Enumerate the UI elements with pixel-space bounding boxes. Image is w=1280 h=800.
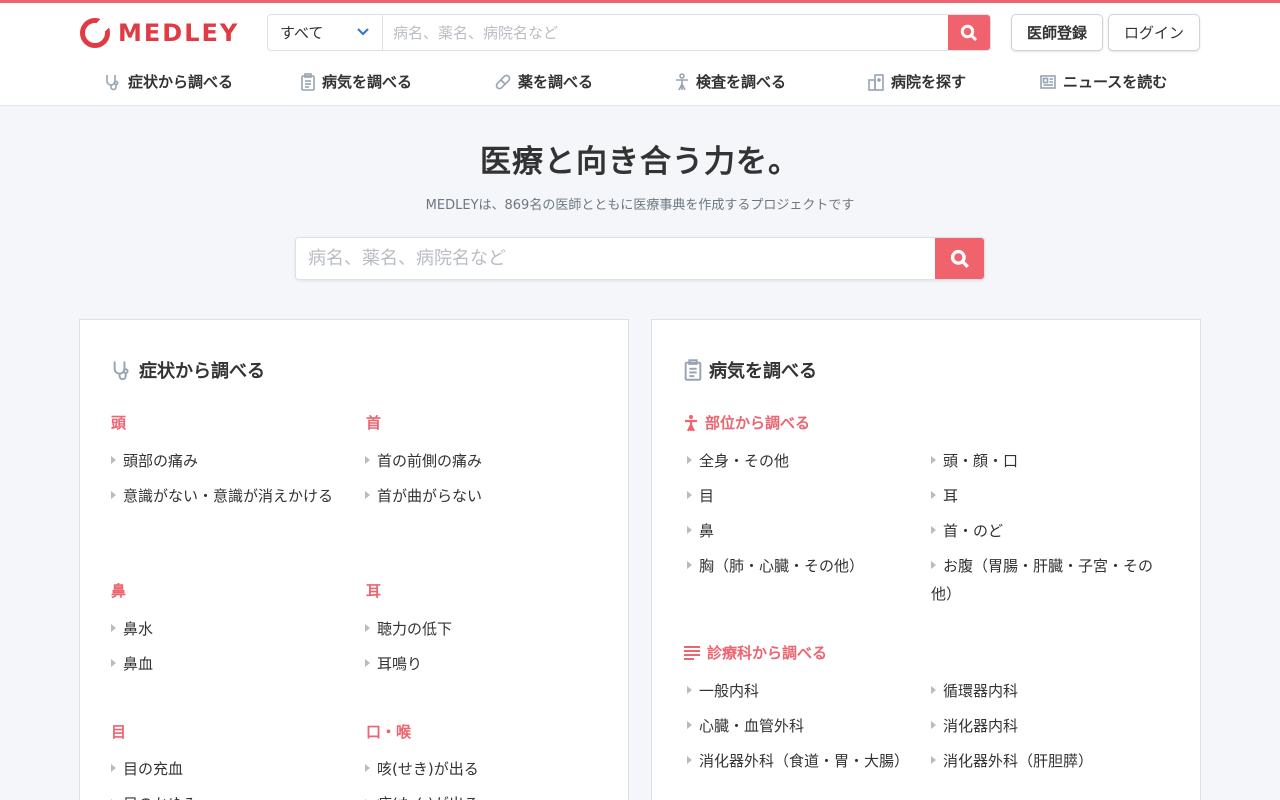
department-link[interactable]: 一般内科 <box>687 677 923 705</box>
medley-logo[interactable]: MEDLEY <box>80 18 239 48</box>
pill-icon <box>495 74 511 89</box>
site-header: MEDLEY すべて 医師登録 ログイン 症状から調べる 病気を調べる 薬を調べ… <box>0 3 1280 106</box>
nav-diseases[interactable]: 病気を調べる <box>300 71 412 92</box>
symptom-link[interactable]: 目の充血 <box>111 755 347 783</box>
doctor-register-button[interactable]: 医師登録 <box>1011 14 1103 51</box>
body-part-link[interactable]: 首・のど <box>931 517 1167 545</box>
person-icon <box>676 72 688 90</box>
by-part-title: 部位から調べる <box>705 414 811 432</box>
newspaper-icon <box>1040 74 1056 89</box>
hero-search <box>295 237 985 280</box>
symptoms-card-title: 症状から調べる <box>111 357 265 383</box>
diseases-card: 病気を調べる 部位から調べる 全身・その他 頭・顔・口 目 耳 鼻 首・のど 胸… <box>651 319 1201 800</box>
symptom-link[interactable]: 耳鳴り <box>365 650 601 678</box>
symptom-link[interactable]: 鼻水 <box>111 615 347 643</box>
nav-label: 症状から調べる <box>128 73 234 91</box>
symptoms-card: 症状から調べる 頭 頭部の痛み 意識がない・意識が消えかける 首 首の前側の痛み… <box>79 319 629 800</box>
symptom-group-neck[interactable]: 首 <box>366 412 381 433</box>
list-icon <box>684 645 700 660</box>
nav-label: 病気を調べる <box>322 73 413 91</box>
stethoscope-icon <box>113 361 129 381</box>
symptom-link[interactable]: 咳(せき)が出る <box>365 755 601 783</box>
by-dept-heading[interactable]: 診療科から調べる <box>683 642 827 663</box>
symptom-link[interactable]: 痰(たん)が出る <box>365 790 601 800</box>
body-part-link[interactable]: 全身・その他 <box>687 447 923 475</box>
nav-hospitals[interactable]: 病院を探す <box>867 71 966 92</box>
nav-tests[interactable]: 検査を調べる <box>674 71 786 92</box>
login-button[interactable]: ログイン <box>1108 14 1200 51</box>
by-part-heading[interactable]: 部位から調べる <box>683 412 810 433</box>
card-title-text: 症状から調べる <box>139 361 265 382</box>
symptom-group-ear[interactable]: 耳 <box>366 580 381 601</box>
department-link[interactable]: 心臓・血管外科 <box>687 712 923 740</box>
search-category-select[interactable]: すべて <box>268 15 383 50</box>
card-title-text: 病気を調べる <box>709 361 817 382</box>
symptom-group-eye[interactable]: 目 <box>111 721 126 742</box>
symptom-link[interactable]: 首の前側の痛み <box>365 447 601 475</box>
hero-search-input[interactable] <box>296 238 935 279</box>
department-link[interactable]: 循環器内科 <box>931 677 1167 705</box>
hero-subtitle: MEDLEYは、869名の医師とともに医療事典を作成するプロジェクトです <box>425 198 855 213</box>
header-search-button[interactable] <box>948 15 990 50</box>
symptom-group-nose[interactable]: 鼻 <box>111 580 126 601</box>
body-part-link[interactable]: 頭・顔・口 <box>931 447 1167 475</box>
search-icon <box>950 249 969 268</box>
diseases-card-title: 病気を調べる <box>683 357 817 383</box>
logo-mark-icon <box>80 18 110 48</box>
department-link[interactable]: 消化器外科（肝胆膵） <box>931 747 1167 775</box>
body-part-link[interactable]: 耳 <box>931 482 1167 510</box>
search-category-value: すべて <box>280 24 324 42</box>
nav-news[interactable]: ニュースを読む <box>1039 71 1167 92</box>
clipboard-icon <box>684 359 702 381</box>
logo-text: MEDLEY <box>118 19 240 47</box>
hero-title: 医療と向き合う力を。 <box>480 144 800 180</box>
main-nav: 症状から調べる 病気を調べる 薬を調べる 検査を調べる 病院を探す ニュースを読… <box>0 71 1280 97</box>
symptom-link[interactable]: 頭部の痛み <box>111 447 347 475</box>
nav-label: 検査を調べる <box>696 73 787 91</box>
nav-label: 病院を探す <box>891 73 967 91</box>
header-search-input[interactable] <box>383 15 948 50</box>
symptom-link[interactable]: 聴力の低下 <box>365 615 601 643</box>
chevron-down-icon <box>356 25 370 41</box>
symptom-link[interactable]: 鼻血 <box>111 650 347 678</box>
body-part-link[interactable]: 鼻 <box>687 517 923 545</box>
person-icon <box>685 414 697 431</box>
nav-drugs[interactable]: 薬を調べる <box>494 71 593 92</box>
hero-search-button[interactable] <box>935 238 984 279</box>
symptom-link[interactable]: 目のかゆみ <box>111 790 347 800</box>
body-part-link[interactable]: 目 <box>687 482 923 510</box>
search-icon <box>960 24 978 41</box>
body-part-link[interactable]: 胸（肺・心臓・その他） <box>687 552 923 580</box>
clipboard-icon <box>301 72 315 91</box>
symptom-link[interactable]: 意識がない・意識が消えかける <box>111 482 347 510</box>
symptom-link[interactable]: 首が曲がらない <box>365 482 601 510</box>
body-part-link[interactable]: お腹（胃腸・肝臓・子宮・その他） <box>931 552 1167 608</box>
symptom-group-mouth-throat[interactable]: 口・喉 <box>366 721 411 742</box>
header-search: すべて <box>267 14 991 51</box>
nav-symptoms[interactable]: 症状から調べる <box>104 71 233 92</box>
nav-label: 薬を調べる <box>518 73 594 91</box>
department-link[interactable]: 消化器外科（食道・胃・大腸） <box>687 747 923 775</box>
hospital-icon <box>868 73 884 91</box>
by-dept-title: 診療科から調べる <box>707 644 828 662</box>
nav-label: ニュースを読む <box>1063 73 1168 91</box>
stethoscope-icon <box>106 74 119 90</box>
symptom-group-head[interactable]: 頭 <box>111 412 126 433</box>
department-link[interactable]: 消化器内科 <box>931 712 1167 740</box>
